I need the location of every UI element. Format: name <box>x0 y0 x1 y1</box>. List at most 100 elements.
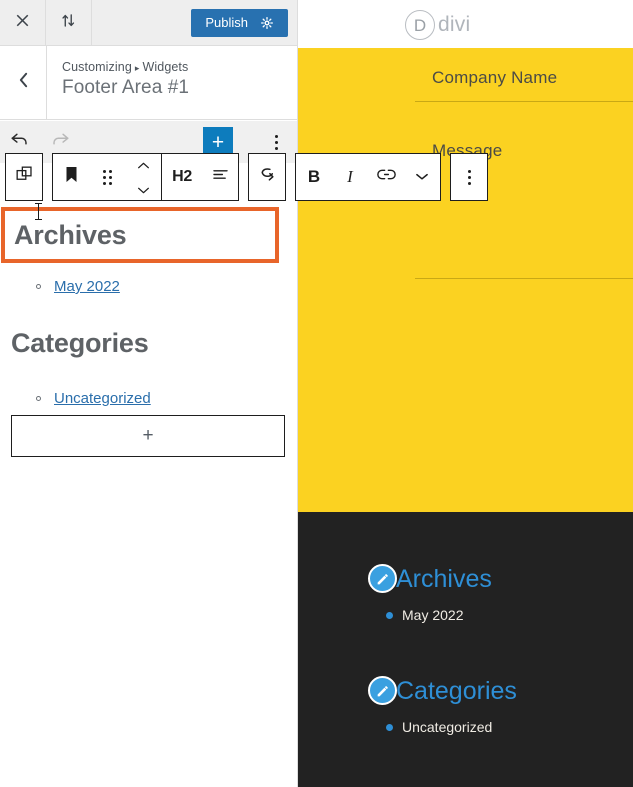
drag-grip-icon <box>102 169 112 185</box>
selected-heading-text: Archives <box>14 219 127 250</box>
bullet-icon <box>36 396 41 401</box>
pencil-edit-icon[interactable] <box>368 676 397 705</box>
chevron-down-icon[interactable] <box>137 181 150 199</box>
link-icon <box>376 168 396 186</box>
bullet-icon <box>386 612 393 619</box>
categories-heading-block[interactable]: Categories <box>11 328 149 359</box>
curved-arrow-icon <box>258 166 277 189</box>
list-item[interactable]: Uncategorized <box>36 388 151 410</box>
breadcrumb-section[interactable]: Widgets <box>143 60 189 74</box>
publish-button[interactable]: Publish <box>191 8 288 37</box>
preview-site-header: D divi <box>298 0 633 48</box>
footer-widget-archives: Archives May 2022 <box>298 562 633 626</box>
selected-heading-block[interactable]: Archives <box>1 207 279 263</box>
chevron-left-icon <box>17 72 30 93</box>
block-toolbar-group-block: H2 <box>52 153 239 201</box>
block-type-button[interactable] <box>53 154 89 200</box>
block-toolbar-group-richtext: B I <box>295 153 441 201</box>
list-item[interactable]: Uncategorized <box>386 716 633 738</box>
footer-section: Archives May 2022 Categories Uncategoriz… <box>298 512 633 787</box>
footer-widget-archives-title-row: Archives <box>298 562 633 596</box>
kebab-menu-icon <box>467 169 471 185</box>
categories-list-block: Uncategorized <box>0 388 151 410</box>
publish-button-label: Publish <box>205 15 248 30</box>
kebab-menu-icon <box>274 134 278 150</box>
company-name-underline[interactable] <box>415 101 633 102</box>
more-options-button[interactable] <box>249 154 285 200</box>
back-button[interactable] <box>0 46 47 119</box>
copy-blocks-button[interactable] <box>6 154 42 200</box>
list-item-link[interactable]: May 2022 <box>54 278 120 295</box>
footer-widget-archives-list: May 2022 <box>298 604 633 626</box>
site-preview-pane: D divi Company Name Message Archives May… <box>298 0 633 787</box>
undo-arrow-icon <box>10 132 29 152</box>
move-block-updown-buttons[interactable] <box>125 154 161 200</box>
chevron-right-icon: ▸ <box>134 63 140 73</box>
close-customizer-button[interactable] <box>0 0 46 45</box>
footer-widget-categories-title: Categories <box>396 676 517 705</box>
heading-level-label: H2 <box>172 168 192 185</box>
block-toolbar: H2 B I <box>5 153 488 201</box>
redo-arrow-icon <box>51 132 70 152</box>
pencil-edit-icon[interactable] <box>368 564 397 593</box>
customizer-topbar: Publish <box>0 0 297 46</box>
block-appender-button[interactable]: + <box>11 415 285 457</box>
undo-button[interactable] <box>10 132 29 152</box>
list-item[interactable]: May 2022 <box>36 276 120 298</box>
italic-button[interactable]: I <box>332 154 368 200</box>
drag-handle[interactable] <box>89 154 125 200</box>
bold-label: B <box>307 167 321 186</box>
footer-widget-archives-title: Archives <box>396 564 492 593</box>
redo-button[interactable] <box>51 132 70 152</box>
page-title: Footer Area #1 <box>62 77 190 98</box>
chevron-up-icon[interactable] <box>137 156 150 174</box>
copy-blocks-icon <box>15 165 34 189</box>
bold-button[interactable]: B <box>296 154 332 200</box>
text-cursor-icon <box>35 203 42 220</box>
footer-widget-categories: Categories Uncategorized <box>298 674 633 738</box>
customizer-panel: Publish Customizing ▸ Widgets Footer Are… <box>0 0 488 787</box>
block-toolbar-group-copy <box>5 153 43 201</box>
archives-list-block: May 2022 <box>0 276 120 298</box>
footer-widget-categories-title-row: Categories <box>298 674 633 708</box>
block-options-button[interactable] <box>451 154 487 200</box>
insert-link-button[interactable] <box>368 154 404 200</box>
move-block-icons <box>137 156 150 199</box>
customizer-section-header: Customizing ▸ Widgets Footer Area #1 <box>0 46 297 120</box>
block-toolbar-group-options <box>450 153 488 201</box>
italic-label: I <box>347 167 353 186</box>
breadcrumb: Customizing ▸ Widgets Footer Area #1 <box>47 46 297 119</box>
site-logo[interactable]: D divi <box>405 10 470 40</box>
bullet-icon <box>386 724 393 731</box>
block-toolbar-group-more <box>248 153 286 201</box>
list-item-label: Uncategorized <box>402 719 493 735</box>
heading-bookmark-icon <box>64 166 79 189</box>
list-item-link[interactable]: Uncategorized <box>54 390 151 407</box>
list-item[interactable]: May 2022 <box>386 604 633 626</box>
text-align-button[interactable] <box>202 154 238 200</box>
publish-area: Publish <box>191 0 297 45</box>
close-icon <box>15 13 30 33</box>
footer-widget-categories-list: Uncategorized <box>298 716 633 738</box>
align-text-icon <box>212 168 229 186</box>
chevron-down-icon <box>415 168 429 186</box>
block-editor-canvas: Archives May 2022 Categories Uncategoriz… <box>0 163 297 787</box>
gear-icon[interactable] <box>260 16 274 30</box>
message-underline[interactable] <box>415 278 633 279</box>
plus-icon: + <box>211 130 225 154</box>
heading-level-button[interactable]: H2 <box>162 154 202 200</box>
switch-devices-icon <box>60 12 77 34</box>
breadcrumb-root[interactable]: Customizing <box>62 60 132 74</box>
plus-icon: + <box>142 425 154 446</box>
site-logo-text: divi <box>438 13 471 36</box>
customizer-screen: D divi Company Name Message Archives May… <box>0 0 633 787</box>
switch-device-preview-button[interactable] <box>46 0 92 45</box>
list-item-label: May 2022 <box>402 607 464 623</box>
divi-mark-icon: D <box>405 10 435 40</box>
company-name-label: Company Name <box>432 68 558 87</box>
contact-form-section: Company Name Message <box>298 48 633 512</box>
breadcrumb-trail: Customizing ▸ Widgets <box>62 60 297 74</box>
bullet-icon <box>36 284 41 289</box>
more-rich-text-button[interactable] <box>404 154 440 200</box>
